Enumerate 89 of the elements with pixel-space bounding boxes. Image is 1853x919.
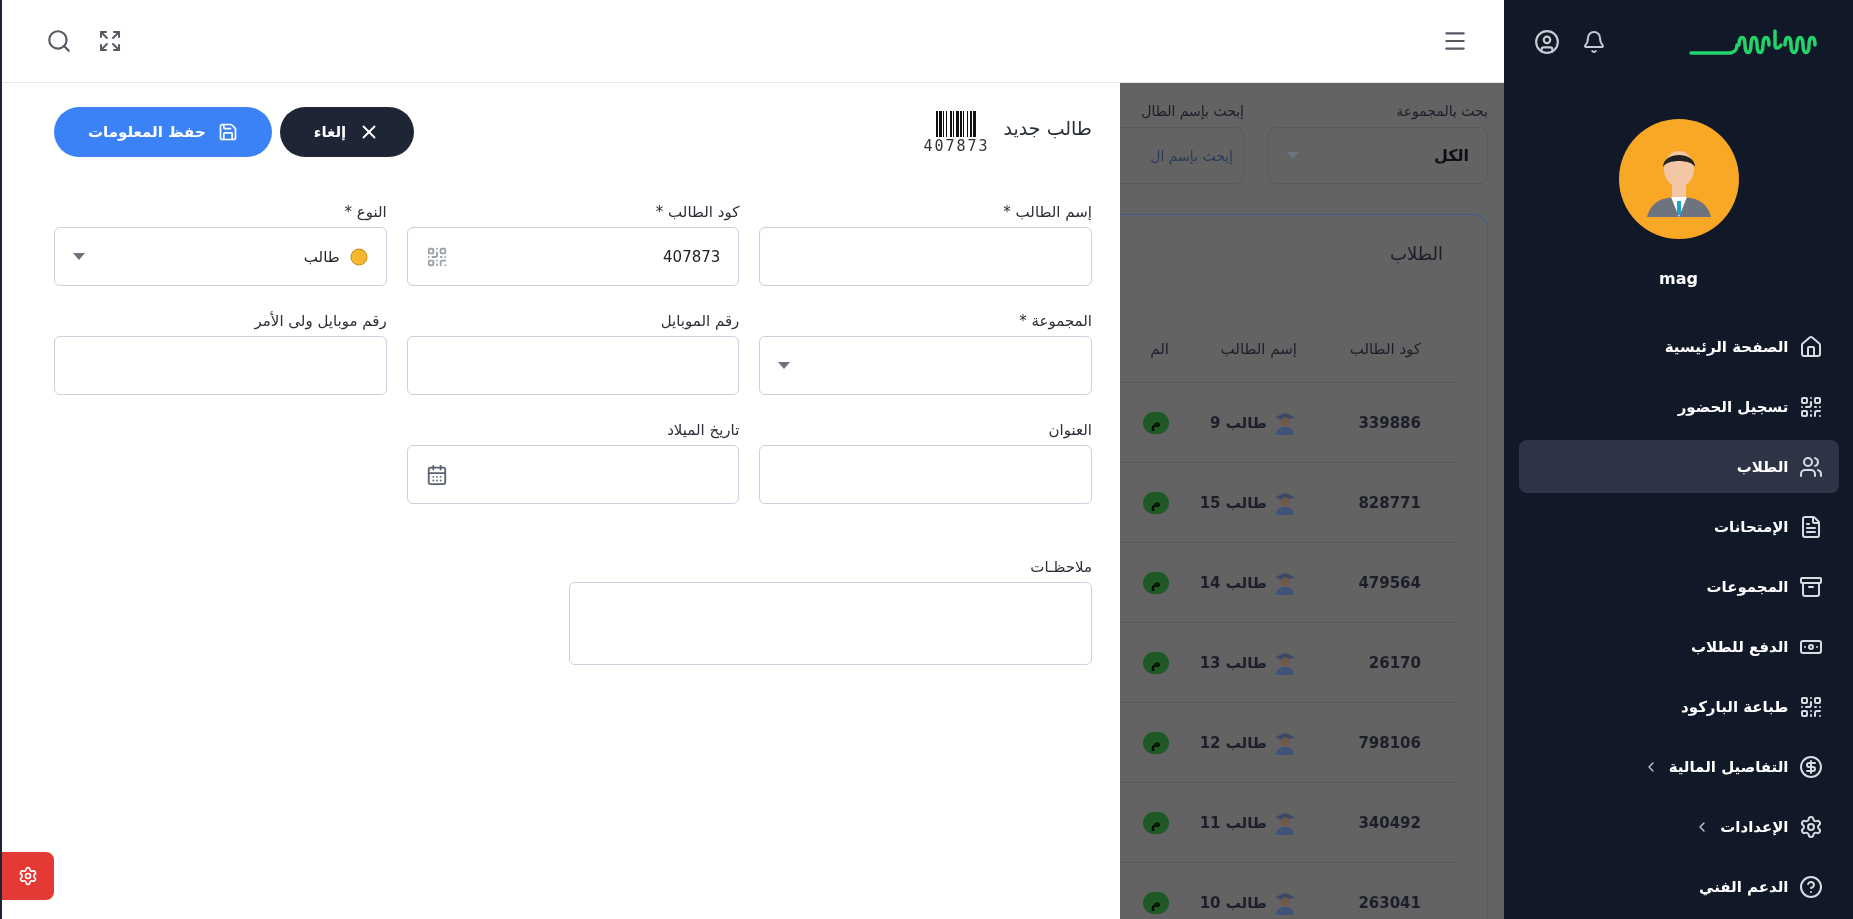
archive-icon [1798, 574, 1823, 599]
house-icon [1798, 334, 1823, 359]
status-badge: م [1142, 491, 1169, 514]
search-icon[interactable] [46, 28, 72, 54]
nav-item[interactable]: الإمتحانات [1518, 500, 1839, 553]
nav-item[interactable]: الطلاب [1518, 440, 1839, 493]
user-name: mag [1659, 269, 1698, 288]
column-header: إسم الطالب [1220, 339, 1297, 358]
help-icon [1798, 874, 1823, 899]
qr-code-icon [425, 245, 448, 268]
settings-button[interactable] [2, 852, 54, 900]
field-label: العنوان [1047, 421, 1092, 439]
table-cell-text: 828771 [1357, 493, 1421, 512]
graduate-icon [1273, 410, 1297, 435]
nav-item[interactable]: الدفع للطلاب [1518, 620, 1839, 673]
status-badge: م [1142, 731, 1169, 754]
status-badge: م [1142, 571, 1169, 594]
save-button[interactable]: حفظ المعلومات [54, 107, 272, 157]
expand-icon[interactable] [98, 29, 122, 53]
filter-label: إبحث بإسم الطال [1140, 103, 1244, 119]
column-header: كود الطالب [1348, 339, 1421, 358]
graduate-icon [1273, 490, 1297, 515]
field-label: تاريخ الميلاد [666, 421, 740, 439]
save-icon [217, 122, 238, 142]
nav-item[interactable]: الدعم الفني [1518, 860, 1839, 913]
table-cell-text: 798106 [1357, 733, 1421, 752]
caret-icon [1287, 152, 1299, 159]
filter-label: بحث بالمجموعة [1395, 103, 1488, 119]
settings-icon [1798, 814, 1823, 839]
table-cell-text: 479564 [1357, 573, 1421, 592]
input-field[interactable] [406, 336, 740, 395]
student-name: طالب 14 [1199, 573, 1267, 592]
nav-item[interactable]: تسجيل الحضور [1518, 380, 1839, 433]
graduate-icon [1273, 570, 1297, 595]
nav-item[interactable]: الإعدادات [1518, 800, 1839, 853]
input-field[interactable] [759, 227, 1092, 286]
status-badge: م [1142, 811, 1169, 834]
student-name: طالب 15 [1199, 493, 1267, 512]
field-label: إسم الطالب * [1002, 203, 1092, 221]
table-cell-text: 263041 [1357, 893, 1421, 912]
input-field[interactable] [759, 445, 1092, 504]
nav-item[interactable]: التفاصيل المالية [1518, 740, 1839, 793]
select-field[interactable] [759, 336, 1092, 395]
student-name: طالب 12 [1199, 733, 1267, 752]
graduate-icon [1273, 730, 1297, 755]
status-badge: م [1142, 891, 1169, 914]
card-title: الطلاب [1389, 242, 1444, 266]
student-name: طالب 10 [1199, 893, 1267, 912]
notes-field[interactable] [569, 582, 1092, 665]
emoji-icon [349, 247, 368, 266]
student-name: طالب 13 [1199, 653, 1267, 672]
select-field[interactable]: طالب [54, 227, 387, 286]
nav-item[interactable]: المجموعات [1518, 560, 1839, 613]
table-cell-text: 340492 [1357, 813, 1421, 832]
graduate-icon [1273, 650, 1297, 675]
field-label: كود الطالب * [654, 203, 740, 221]
graduate-icon [1273, 810, 1297, 835]
table-cell-text: 26170 [1367, 653, 1421, 672]
graduate-icon [1273, 890, 1297, 915]
barcode-icon [936, 111, 977, 137]
qr-code-icon [1798, 694, 1823, 719]
user-icon[interactable] [1534, 28, 1560, 55]
status-badge: م [1142, 411, 1169, 434]
field-label: رقم الموبايل [659, 312, 740, 330]
student-name: طالب 9 [1210, 413, 1267, 432]
column-header: الم [1150, 339, 1169, 358]
status-badge: م [1142, 651, 1169, 674]
field-label: المجموعة * [1018, 312, 1092, 330]
nav-item[interactable]: الصفحة الرئيسية [1518, 320, 1839, 373]
field-label: النوع * [343, 203, 387, 221]
caret-icon [73, 253, 85, 260]
barcode-number: 407873 [923, 137, 990, 155]
users-icon [1798, 454, 1823, 479]
student-name: طالب 11 [1199, 813, 1267, 832]
caret-icon [778, 362, 791, 369]
date-field[interactable] [406, 445, 740, 504]
nav-item[interactable]: طباعة الباركود [1518, 680, 1839, 733]
cancel-button[interactable]: إلغاء [279, 107, 415, 157]
dollar-icon [1798, 754, 1823, 779]
field-label: رقم موبايل ولى الأمر [253, 312, 387, 330]
input-field[interactable] [54, 336, 387, 395]
drawer-title: طالب جديد [1003, 117, 1092, 139]
table-cell-text: 339886 [1357, 413, 1421, 432]
bell-icon[interactable] [1582, 29, 1606, 54]
input-field[interactable]: 407873 [406, 227, 740, 286]
field-label: ملاحظـات [1029, 558, 1092, 576]
settings-icon [18, 866, 38, 886]
calendar-icon [425, 463, 448, 486]
qr-code-icon [1798, 394, 1823, 419]
